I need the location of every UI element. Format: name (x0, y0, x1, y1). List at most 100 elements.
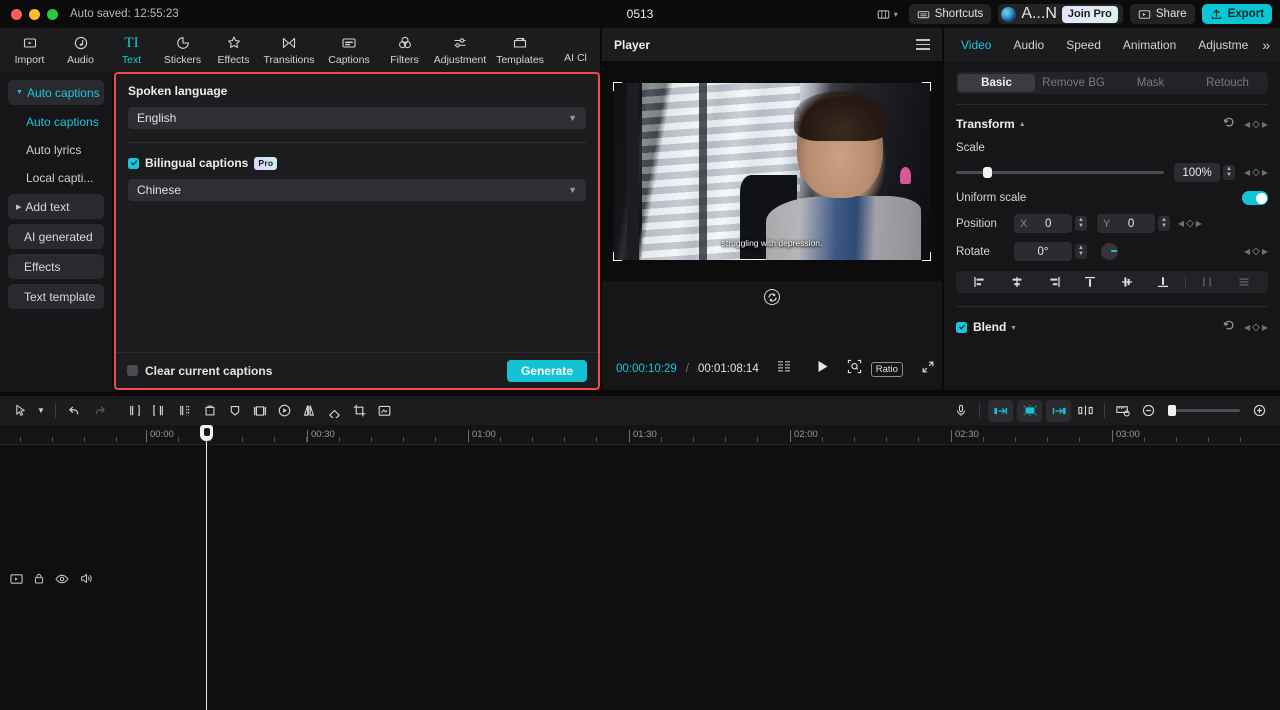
bilingual-captions-checkbox[interactable] (128, 157, 139, 169)
redo-icon[interactable] (87, 400, 112, 422)
rotate-icon[interactable] (322, 400, 347, 422)
minimize-window-button[interactable] (29, 8, 40, 20)
crop-icon[interactable] (347, 400, 372, 422)
scale-slider-knob[interactable] (983, 167, 993, 178)
maximize-window-button[interactable] (47, 8, 58, 20)
position-x-stepper[interactable]: ▲ ▼ (1075, 216, 1087, 231)
lock-icon[interactable] (33, 572, 45, 590)
transform-reset-icon[interactable] (1223, 115, 1235, 133)
clear-current-captions-checkbox[interactable] (127, 365, 138, 376)
marker-out-icon[interactable] (1046, 399, 1071, 422)
tool-tab-effects[interactable]: Effects (208, 28, 259, 72)
tool-tab-ai-clip[interactable]: AI Cl (550, 28, 601, 72)
marker-in-icon[interactable] (988, 399, 1013, 422)
tool-tab-adjustment[interactable]: Adjustment (430, 28, 490, 72)
scale-value-field[interactable]: 100% (1174, 163, 1221, 182)
align-top-icon[interactable] (1072, 276, 1109, 288)
video-preview[interactable]: struggling with depression. (613, 81, 931, 261)
microphone-icon[interactable] (948, 400, 973, 422)
tool-tab-templates[interactable]: Templates (490, 28, 550, 72)
segment-basic[interactable]: Basic (958, 74, 1035, 92)
play-icon[interactable] (817, 360, 829, 378)
position-x-field[interactable]: X 0 (1014, 214, 1072, 233)
caret-up-icon[interactable]: ▲ (1019, 121, 1026, 128)
clear-current-captions-row[interactable]: Clear current captions (127, 364, 272, 378)
layout-switcher-button[interactable]: ▾ (873, 8, 902, 21)
speed-icon[interactable] (272, 400, 297, 422)
mirror-icon[interactable] (297, 400, 322, 422)
sidebar-item-auto-lyrics[interactable]: Auto lyrics (8, 138, 104, 162)
segment-remove-bg[interactable]: Remove BG (1035, 74, 1112, 92)
reset-rotate-icon[interactable] (764, 289, 780, 305)
position-y-stepper[interactable]: ▲ ▼ (1157, 216, 1170, 231)
timeline-zoom-knob[interactable] (1168, 405, 1176, 416)
playhead-handle[interactable] (200, 425, 213, 441)
blend-checkbox[interactable] (956, 321, 967, 333)
tab-audio[interactable]: Audio (1002, 28, 1055, 62)
transform-handle-top-left[interactable] (613, 81, 622, 91)
properties-tabs-more-button[interactable]: » (1262, 37, 1274, 53)
join-pro-badge[interactable]: Join Pro (1061, 5, 1118, 23)
tool-tab-import[interactable]: Import (4, 28, 55, 72)
trim-end-icon[interactable] (172, 400, 197, 422)
timeline-ruler[interactable]: 00:00 00:30 01:00 01:30 02:00 02:30 03:0… (0, 425, 1280, 445)
position-keyframe-control[interactable]: ◀ ◇ ▶ (1178, 218, 1202, 229)
crop-fill-icon[interactable] (247, 400, 272, 422)
blend-reset-icon[interactable] (1223, 318, 1235, 336)
tool-tab-filters[interactable]: Filters (379, 28, 430, 72)
share-button[interactable]: Share (1129, 4, 1195, 24)
tool-tab-transitions[interactable]: Transitions (259, 28, 319, 72)
zoom-fit-icon[interactable] (847, 359, 862, 379)
undo-icon[interactable] (62, 400, 87, 422)
sidebar-item-effects[interactable]: Effects (8, 254, 104, 279)
bilingual-captions-row[interactable]: Bilingual captions Pro (128, 156, 586, 170)
sidebar-item-text-template[interactable]: Text template (8, 284, 104, 309)
scale-keyframe-control[interactable]: ◀ ◇ ▶ (1244, 167, 1268, 178)
shortcuts-button[interactable]: Shortcuts (908, 4, 992, 24)
tab-speed[interactable]: Speed (1055, 28, 1112, 62)
blend-keyframe-control[interactable]: ◀ ◇ ▶ (1244, 322, 1268, 333)
sidebar-item-add-text-group[interactable]: ▶ Add text (8, 194, 104, 219)
caret-down-icon[interactable]: ▲ (1010, 324, 1017, 331)
window-controls[interactable]: Auto saved: 12:55:23 (0, 8, 179, 20)
tab-video[interactable]: Video (950, 28, 1002, 62)
align-center-horizontal-icon[interactable] (999, 276, 1036, 288)
split-icon[interactable] (122, 400, 147, 422)
transform-handle-bottom-right[interactable] (922, 251, 931, 261)
tool-tab-captions[interactable]: Captions (319, 28, 379, 72)
rotate-dial[interactable] (1100, 243, 1118, 260)
sidebar-item-ai-generated[interactable]: AI generated (8, 224, 104, 249)
marker-icon[interactable] (222, 400, 247, 422)
transform-keyframe-control[interactable]: ◀ ◇ ▶ (1244, 119, 1268, 130)
sidebar-item-local-captions[interactable]: Local capti... (8, 166, 104, 190)
fullscreen-icon[interactable] (921, 360, 935, 379)
tool-tab-audio[interactable]: Audio (55, 28, 106, 72)
export-button[interactable]: Export (1201, 4, 1272, 24)
transform-handle-bottom-left[interactable] (613, 251, 622, 261)
position-y-field[interactable]: Y 0 (1096, 214, 1155, 233)
cursor-select-icon[interactable] (8, 400, 33, 422)
scale-slider[interactable] (956, 167, 1165, 178)
cursor-dropdown-icon[interactable]: ▼ (33, 400, 49, 422)
hamburger-icon[interactable] (916, 39, 930, 50)
sidebar-item-auto-captions[interactable]: Auto captions (8, 110, 104, 134)
eye-icon[interactable] (55, 572, 69, 590)
measure-icon[interactable] (1111, 400, 1136, 422)
tool-tab-text[interactable]: TI Text (106, 28, 157, 72)
rotate-stepper[interactable]: ▲ ▼ (1075, 244, 1087, 259)
target-language-select[interactable]: Chinese ▼ (128, 179, 586, 201)
timeline-zoom-slider[interactable] (1168, 405, 1240, 416)
account-button[interactable]: A...N Join Pro (998, 4, 1123, 24)
auto-reframe-icon[interactable] (1017, 399, 1042, 422)
tab-animation[interactable]: Animation (1112, 28, 1187, 62)
uniform-scale-toggle[interactable] (1242, 191, 1268, 205)
align-center-vertical-icon[interactable] (1109, 276, 1146, 288)
sidebar-item-auto-captions-group[interactable]: ▼ Auto captions (8, 80, 104, 105)
zoom-in-icon[interactable] (1247, 400, 1272, 422)
generate-button[interactable]: Generate (506, 359, 587, 382)
rotate-field[interactable]: 0° (1014, 242, 1072, 261)
split-screen-icon[interactable] (1073, 400, 1098, 422)
spoken-language-select[interactable]: English ▼ (128, 107, 586, 129)
tab-adjustment[interactable]: Adjustmen (1187, 28, 1249, 62)
close-window-button[interactable] (11, 8, 22, 20)
